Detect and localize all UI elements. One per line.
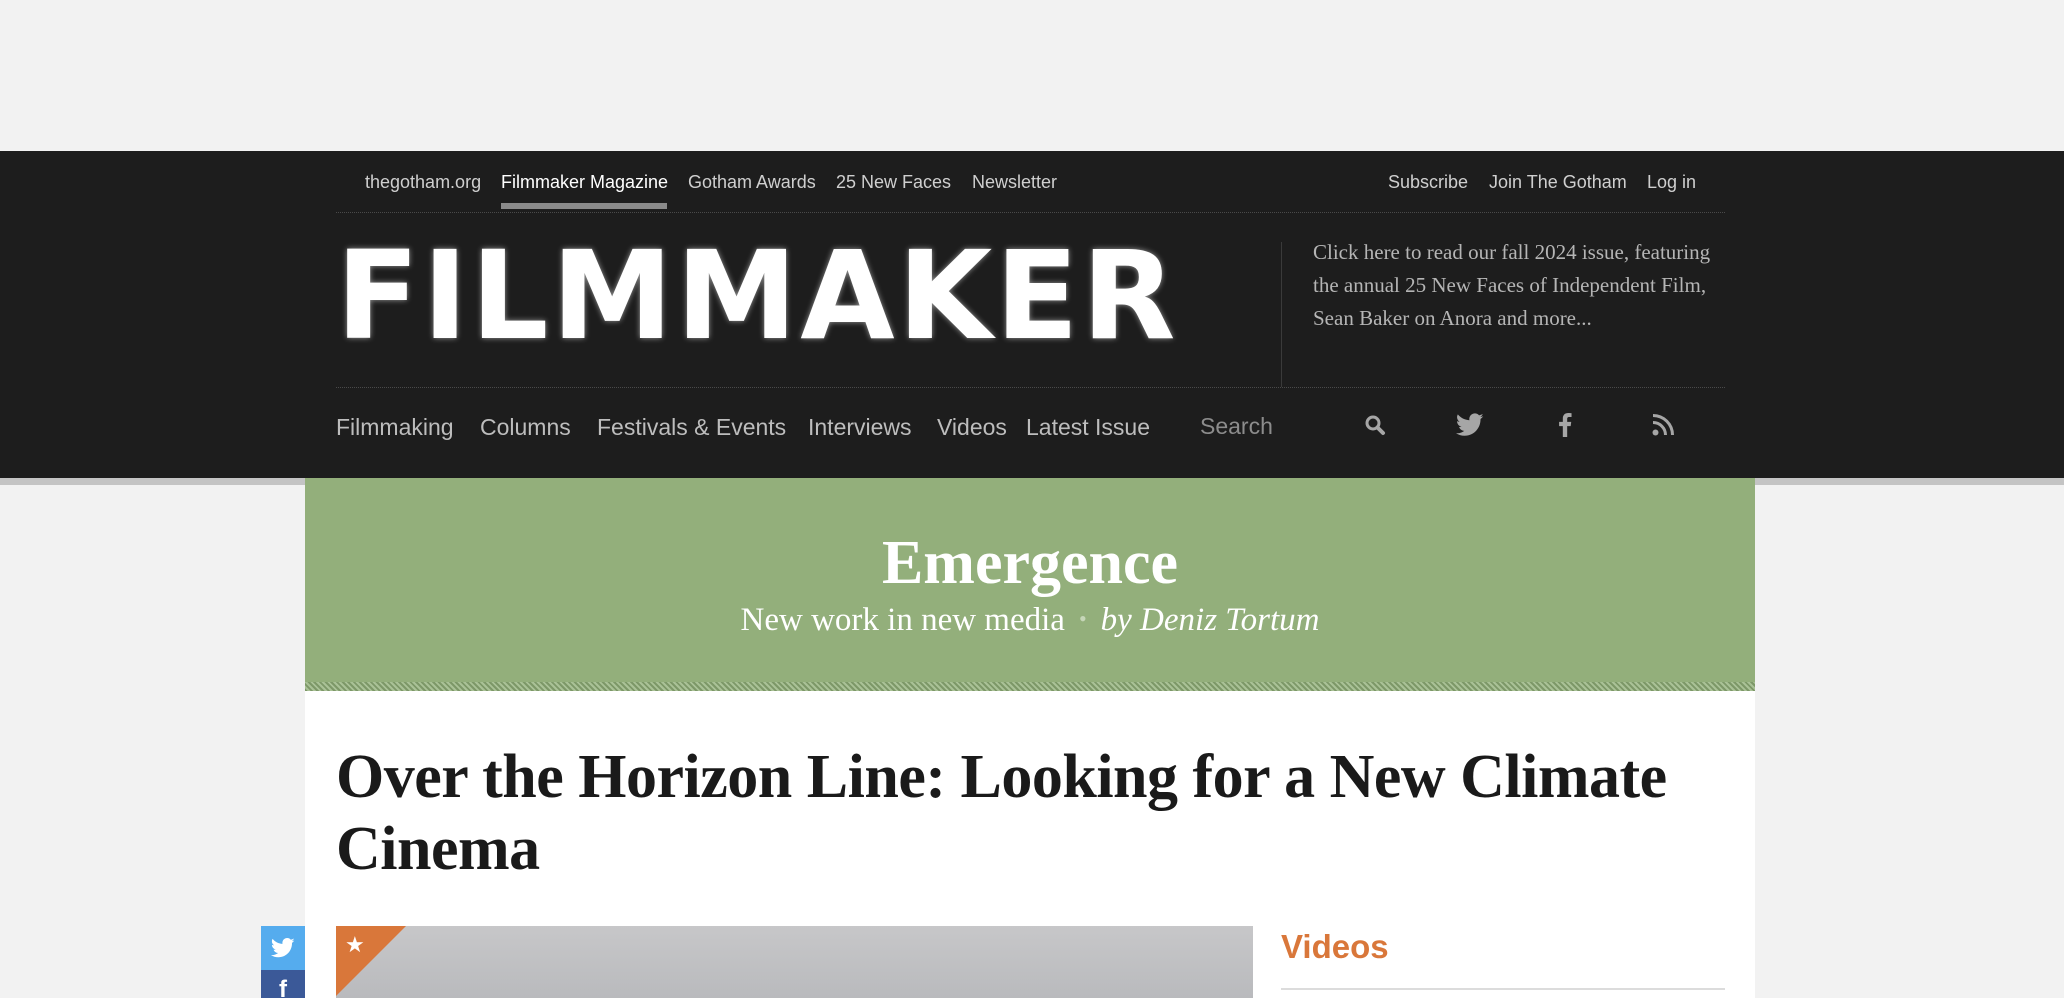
article-title: Over the Horizon Line: Looking for a New… (336, 743, 1667, 883)
separator-dot: • (1078, 606, 1087, 631)
top-nav-link-25-new-faces[interactable]: 25 New Faces (836, 172, 951, 193)
twitter-icon[interactable] (1455, 410, 1485, 440)
nav-item-festivals-events[interactable]: Festivals & Events (597, 414, 786, 441)
top-nav-link-filmmaker-magazine[interactable]: Filmmaker Magazine (501, 172, 668, 193)
latest-issue-promo-link[interactable]: Click here to read our fall 2024 issue, … (1313, 236, 1713, 335)
nav-item-filmmaking[interactable]: Filmmaking (336, 414, 454, 441)
top-nav: thegotham.org Filmmaker Magazine Gotham … (336, 151, 1725, 213)
nav-item-interviews[interactable]: Interviews (808, 414, 912, 441)
nav-item-videos[interactable]: Videos (937, 414, 1007, 441)
search-icon[interactable] (1360, 410, 1390, 440)
column-subtitle: New work in new media (740, 602, 1065, 638)
column-byline[interactable]: by Deniz Tortum (1101, 602, 1320, 638)
promo-divider (1281, 242, 1282, 387)
article-content: Over the Horizon Line: Looking for a New… (305, 691, 1755, 998)
rss-icon[interactable] (1648, 410, 1678, 440)
main-nav: Filmmaking Columns Festivals & Events In… (336, 387, 1725, 457)
sidebar-divider (1281, 988, 1725, 990)
top-nav-link-gotham-awards[interactable]: Gotham Awards (688, 172, 816, 193)
sidebar-videos-heading[interactable]: Videos (1281, 928, 1389, 966)
facebook-icon: f (279, 976, 287, 998)
column-title: Emergence (881, 529, 1179, 597)
logo-wordmark: FILMMAKER (336, 225, 1179, 367)
active-tab-underline (501, 203, 667, 209)
star-icon: ★ (345, 932, 365, 957)
hero-image[interactable]: ★ (336, 926, 1253, 998)
share-twitter-button[interactable] (261, 926, 305, 970)
top-nav-link-newsletter[interactable]: Newsletter (972, 172, 1057, 193)
share-facebook-button[interactable]: f (261, 970, 305, 998)
filmmaker-logo[interactable]: FILMMAKER (336, 225, 1252, 367)
column-banner: Emergence New work in new media • by Deniz… (305, 478, 1755, 690)
banner-hatch-border (305, 682, 1755, 691)
nav-item-latest-issue[interactable]: Latest Issue (1026, 414, 1150, 441)
subscribe-link[interactable]: Subscribe (1388, 172, 1468, 193)
join-the-gotham-link[interactable]: Join The Gotham (1489, 172, 1627, 193)
nav-item-columns[interactable]: Columns (480, 414, 571, 441)
column-subtitle-row: New work in new media • by Deniz Tortum (305, 602, 1755, 639)
log-in-link[interactable]: Log in (1647, 172, 1696, 193)
twitter-icon (271, 938, 295, 958)
top-nav-link-thegotham[interactable]: thegotham.org (365, 172, 481, 193)
search-input[interactable] (1200, 408, 1380, 444)
facebook-icon[interactable] (1550, 410, 1580, 440)
